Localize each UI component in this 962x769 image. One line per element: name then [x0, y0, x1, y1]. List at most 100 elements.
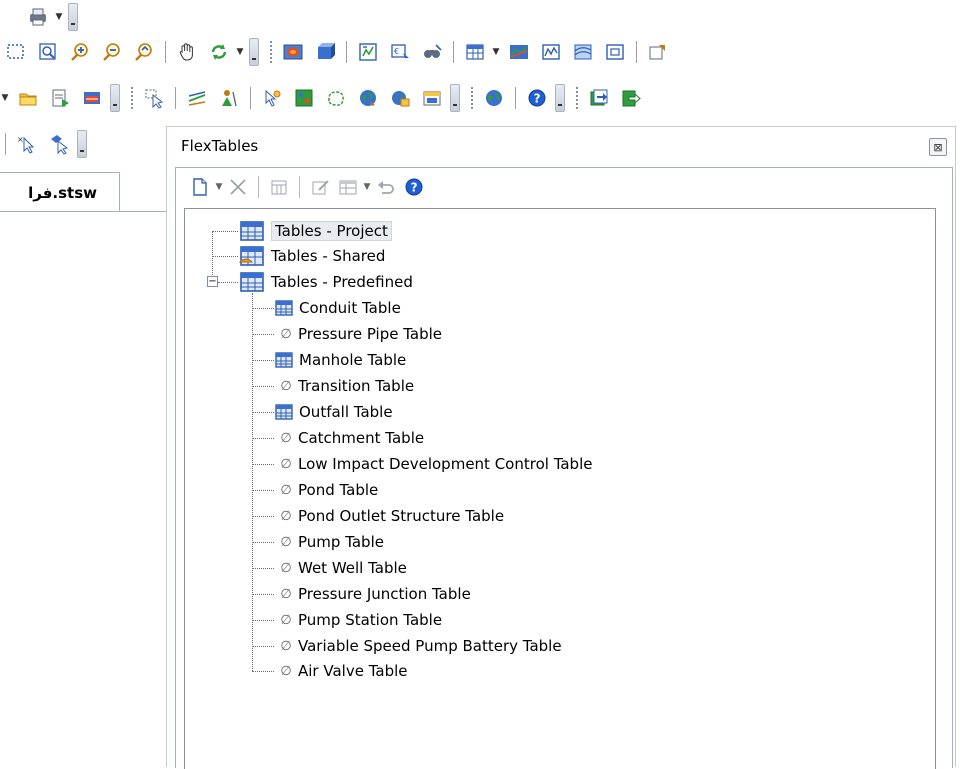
table-options-icon[interactable]	[336, 175, 360, 199]
tree-node-manhole-table[interactable]: Manhole Table	[274, 348, 406, 372]
flextables-tree[interactable]: Tables - Project Tables - Shared − Table…	[184, 208, 936, 769]
layout-tool-icon[interactable]	[259, 85, 285, 111]
tree-node-pump-table[interactable]: ∅ Pump Table	[280, 530, 384, 554]
tree-child-branch	[252, 464, 274, 465]
toolbar-separator	[636, 41, 637, 63]
tree-node-outfall-table[interactable]: Outfall Table	[274, 400, 393, 424]
tree-node-label: Tables - Project	[271, 221, 392, 241]
close-icon[interactable]: ⊠	[929, 138, 947, 156]
tree-node-conduit-table[interactable]: Conduit Table	[274, 296, 401, 320]
document-tab-baseline	[0, 211, 168, 212]
network-navigator-icon[interactable]	[184, 85, 210, 111]
report-icon[interactable]	[47, 85, 73, 111]
zoom-in-icon[interactable]	[67, 39, 93, 65]
toolbar-grip[interactable]	[249, 38, 259, 66]
globe-icon[interactable]	[355, 85, 381, 111]
panel-toolbar: ▼ ▼ ?	[176, 168, 952, 206]
table-options-dropdown-icon[interactable]: ▼	[362, 182, 372, 192]
tree-node-vspb-table[interactable]: ∅ Variable Speed Pump Battery Table	[280, 634, 561, 658]
empty-set-icon: ∅	[280, 586, 292, 602]
panel-toolbar-separator	[258, 176, 259, 198]
tree-node-pressure-junction-table[interactable]: ∅ Pressure Junction Table	[280, 582, 470, 606]
select-tool-icon[interactable]: ×	[14, 131, 40, 157]
toolbar-grip-dots[interactable]	[130, 86, 134, 110]
3d-view-icon[interactable]	[312, 39, 338, 65]
undo-icon[interactable]	[374, 175, 398, 199]
toolbar-grip[interactable]	[110, 84, 120, 112]
catchment-icon[interactable]	[323, 85, 349, 111]
tree-node-label: Catchment Table	[298, 429, 425, 447]
gis-icon[interactable]	[387, 85, 413, 111]
profile-icon[interactable]	[506, 39, 532, 65]
toolbar-grip-dots[interactable]	[575, 86, 579, 110]
database-icon[interactable]	[419, 85, 445, 111]
properties-icon[interactable]	[645, 39, 671, 65]
duplicate-icon[interactable]	[267, 175, 291, 199]
compute-icon[interactable]	[355, 39, 381, 65]
toolbar-grip-dots[interactable]	[269, 40, 273, 64]
help-icon[interactable]: ?	[524, 85, 550, 111]
toolbar-separator	[453, 41, 454, 63]
edit-icon[interactable]	[308, 175, 332, 199]
table-dropdown-icon[interactable]: ▼	[491, 39, 501, 65]
select-arrow-icon[interactable]	[141, 85, 167, 111]
pan-hand-icon[interactable]	[174, 39, 200, 65]
tree-node-tables-predefined[interactable]: Tables - Predefined	[238, 270, 413, 294]
toolbar-grip[interactable]	[68, 3, 78, 31]
locate-icon[interactable]: €	[387, 39, 413, 65]
zoom-previous-icon[interactable]	[131, 39, 157, 65]
tree-node-pressure-pipe-table[interactable]: ∅ Pressure Pipe Table	[280, 322, 442, 346]
tree-node-tables-project[interactable]: Tables - Project	[238, 219, 392, 243]
printer-icon[interactable]	[25, 4, 51, 30]
refresh-dropdown-icon[interactable]: ▼	[235, 39, 245, 65]
new-table-dropdown-icon[interactable]: ▼	[214, 182, 224, 192]
tree-root-line	[212, 231, 213, 279]
tree-node-pond-outlet-structure-table[interactable]: ∅ Pond Outlet Structure Table	[280, 504, 504, 528]
print-dropdown-icon[interactable]: ▼	[54, 4, 64, 30]
toolbar-grip-dots[interactable]	[470, 86, 474, 110]
tree-node-wet-well-table[interactable]: ∅ Wet Well Table	[280, 556, 407, 580]
select-window-icon[interactable]	[3, 39, 29, 65]
tree-node-air-valve-table[interactable]: ∅ Air Valve Table	[280, 659, 407, 683]
render-icon[interactable]	[280, 39, 306, 65]
surveyor-icon[interactable]	[216, 85, 242, 111]
zoom-out-icon[interactable]	[99, 39, 125, 65]
document-tab[interactable]: فرا.stsw	[0, 172, 120, 212]
empty-set-icon: ∅	[280, 430, 292, 446]
exit-icon[interactable]	[618, 85, 644, 111]
tree-node-pond-table[interactable]: ∅ Pond Table	[280, 478, 378, 502]
selection-tool-icon[interactable]	[46, 131, 72, 157]
toolbar-grip[interactable]	[77, 130, 87, 158]
graph-icon[interactable]	[538, 39, 564, 65]
binoculars-icon[interactable]	[419, 39, 445, 65]
new-table-icon[interactable]	[188, 175, 212, 199]
tree-node-lid-control-table[interactable]: ∅ Low Impact Development Control Table	[280, 452, 592, 476]
delete-icon[interactable]	[226, 175, 250, 199]
help-icon[interactable]: ?	[402, 175, 426, 199]
tree-child-branch	[252, 412, 274, 413]
earth-icon[interactable]	[481, 85, 507, 111]
contours-icon[interactable]	[570, 39, 596, 65]
toolbar-grip[interactable]	[555, 84, 565, 112]
export-icon[interactable]	[586, 85, 612, 111]
zoom-window-icon[interactable]	[35, 39, 61, 65]
tree-expander-icon[interactable]: −	[207, 276, 218, 287]
folder-table-icon	[238, 219, 266, 243]
document-tab-label: فرا.stsw	[28, 183, 97, 202]
tree-child-branch	[252, 438, 274, 439]
scenario-icon[interactable]	[291, 85, 317, 111]
tree-node-tables-shared[interactable]: Tables - Shared	[238, 244, 385, 268]
toolbar-print: ▼	[22, 0, 84, 34]
tree-node-catchment-table[interactable]: ∅ Catchment Table	[280, 426, 424, 450]
open-folder-icon[interactable]	[15, 85, 41, 111]
tree-child-branch	[252, 386, 274, 387]
table-grid-icon[interactable]	[79, 85, 105, 111]
refresh-icon[interactable]	[206, 39, 232, 65]
empty-set-icon: ∅	[280, 612, 292, 628]
tools-dropdown-icon[interactable]: ▼	[0, 85, 10, 111]
frame-icon[interactable]	[602, 39, 628, 65]
toolbar-grip[interactable]	[450, 84, 460, 112]
tree-node-transition-table[interactable]: ∅ Transition Table	[280, 374, 414, 398]
tree-node-pump-station-table[interactable]: ∅ Pump Station Table	[280, 608, 442, 632]
table-icon[interactable]	[462, 39, 488, 65]
